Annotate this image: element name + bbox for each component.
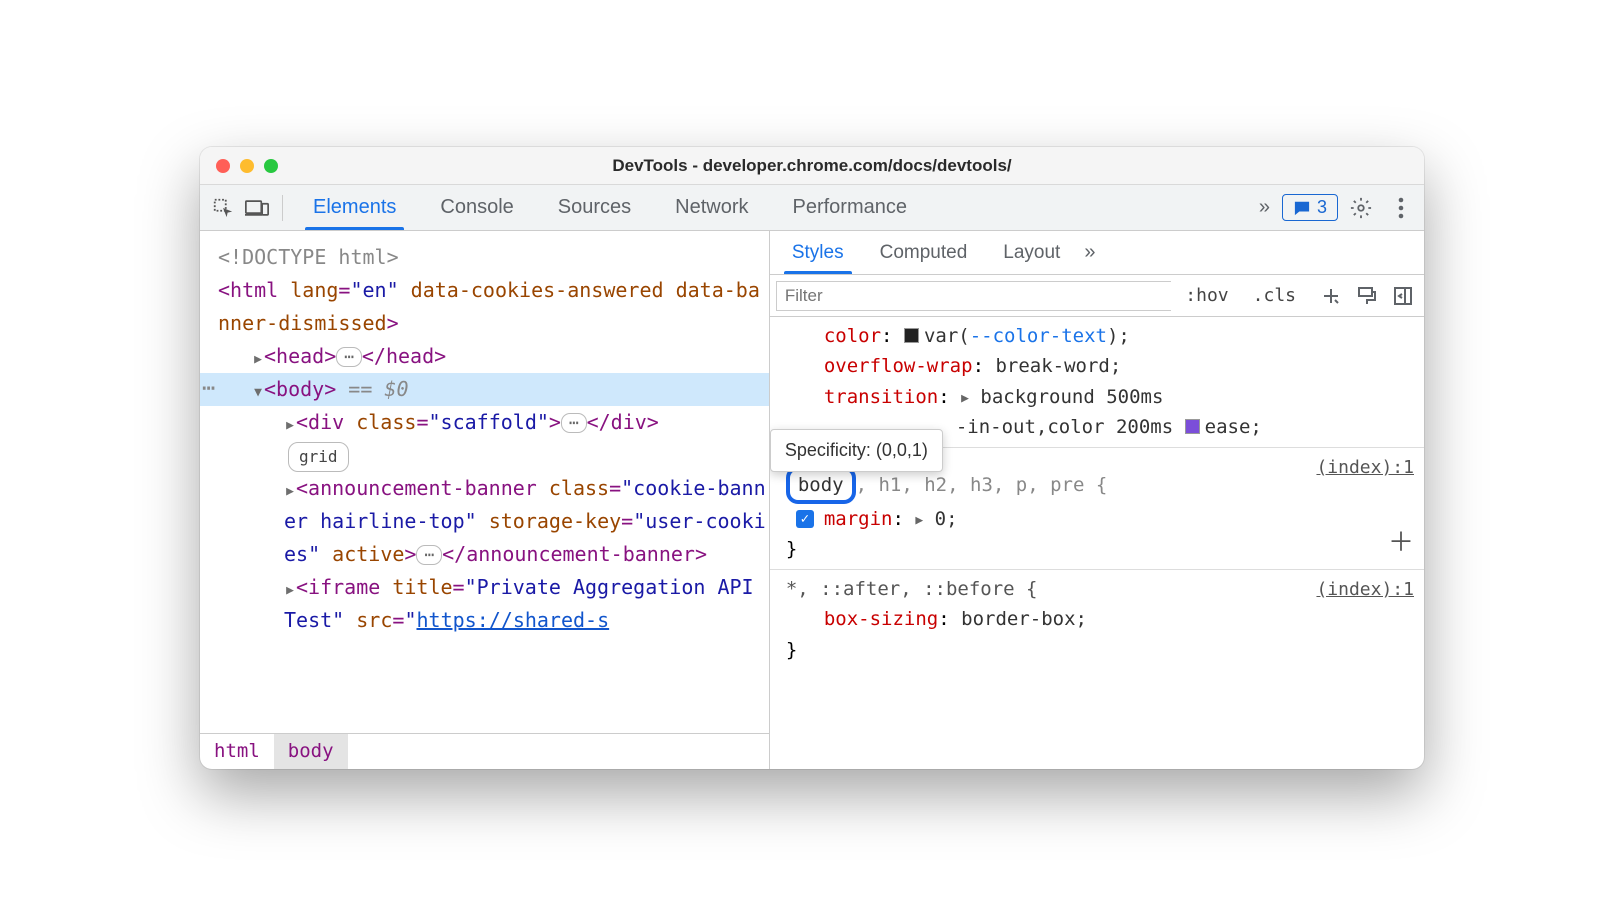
prop-enabled-checkbox[interactable]: ✓	[796, 510, 814, 528]
gear-icon[interactable]	[1344, 191, 1378, 225]
filter-input[interactable]	[776, 281, 1171, 311]
dom-head[interactable]: <head>⋯</head>	[218, 340, 769, 373]
tab-elements[interactable]: Elements	[291, 185, 418, 230]
dollar-zero-marker: == $0	[336, 377, 408, 401]
tab-performance[interactable]: Performance	[771, 185, 930, 230]
more-tabs-chevron-icon[interactable]: »	[1253, 196, 1276, 219]
toolbar-separator	[282, 195, 283, 221]
window-title: DevTools - developer.chrome.com/docs/dev…	[200, 156, 1424, 176]
issues-count: 3	[1317, 197, 1327, 218]
bezier-swatch-icon[interactable]	[1185, 419, 1200, 434]
ellipsis-badge[interactable]: ⋯	[561, 413, 587, 433]
css-prop-margin[interactable]: ✓ margin: ▶ 0;	[786, 504, 1414, 534]
rule-close-brace: }	[786, 534, 1414, 564]
tab-sources[interactable]: Sources	[536, 185, 653, 230]
subtab-computed[interactable]: Computed	[862, 231, 986, 274]
expand-icon[interactable]	[252, 340, 264, 373]
maximize-window-button[interactable]	[264, 159, 278, 173]
kebab-icon[interactable]	[1384, 191, 1418, 225]
ellipsis-badge[interactable]: ⋯	[416, 545, 442, 565]
dom-announcement-banner[interactable]: <announcement-banner class="cookie-banne…	[218, 472, 769, 571]
dom-iframe[interactable]: <iframe title="Private Aggregation API T…	[218, 571, 769, 637]
crumb-html[interactable]: html	[200, 734, 274, 769]
titlebar: DevTools - developer.chrome.com/docs/dev…	[200, 147, 1424, 185]
iframe-src-link[interactable]: https://shared-s	[416, 608, 609, 632]
expand-icon[interactable]	[284, 472, 296, 505]
crumb-body[interactable]: body	[274, 734, 348, 769]
window-controls	[200, 159, 278, 173]
styles-rules-list: color: var(--color-text); overflow-wrap:…	[770, 317, 1424, 769]
collapse-icon[interactable]	[252, 373, 264, 406]
expand-shorthand-icon[interactable]: ▶	[961, 391, 969, 406]
expand-shorthand-icon[interactable]: ▶	[915, 513, 923, 528]
inspect-icon[interactable]	[206, 191, 240, 225]
color-swatch-icon[interactable]	[904, 328, 919, 343]
style-rule-universal[interactable]: (index):1 *, ::after, ::before { box-siz…	[770, 570, 1424, 669]
device-toolbar-icon[interactable]	[240, 191, 274, 225]
dom-tree[interactable]: <!DOCTYPE html> <html lang="en" data-coo…	[200, 231, 769, 733]
ellipsis-badge[interactable]: ⋯	[336, 347, 362, 367]
rule-close-brace: }	[786, 635, 1414, 665]
expand-icon[interactable]	[284, 406, 296, 439]
dom-grid-badge-row: grid	[218, 439, 769, 472]
devtools-window: DevTools - developer.chrome.com/docs/dev…	[200, 147, 1424, 769]
close-window-button[interactable]	[216, 159, 230, 173]
expand-icon[interactable]	[284, 571, 296, 604]
tab-console[interactable]: Console	[418, 185, 535, 230]
css-prop-box-sizing[interactable]: box-sizing: border-box;	[786, 604, 1414, 634]
source-link[interactable]: (index):1	[1316, 454, 1414, 483]
grid-badge[interactable]: grid	[288, 442, 349, 472]
style-rule-top[interactable]: color: var(--color-text); overflow-wrap:…	[770, 317, 1424, 448]
main-tab-strip: Elements Console Sources Network Perform…	[291, 185, 929, 230]
computed-toggle-icon[interactable]	[1388, 281, 1418, 311]
css-prop-color[interactable]: color: var(--color-text);	[786, 321, 1414, 351]
sidebar-tab-strip: Styles Computed Layout »	[770, 231, 1424, 275]
css-prop-overflow-wrap[interactable]: overflow-wrap: break-word;	[786, 351, 1414, 381]
tab-network[interactable]: Network	[653, 185, 770, 230]
more-subtabs-chevron-icon[interactable]: »	[1078, 241, 1101, 264]
styles-panel: Styles Computed Layout » :hov .cls color…	[770, 231, 1424, 769]
dom-html-open[interactable]: <html lang="en" data-cookies-answered da…	[218, 274, 769, 340]
minimize-window-button[interactable]	[240, 159, 254, 173]
dom-doctype[interactable]: <!DOCTYPE html>	[218, 241, 769, 274]
selection-dots-icon: ⋯	[202, 371, 213, 407]
dom-body-selected[interactable]: ⋯ <body> == $0	[200, 373, 769, 406]
subtab-styles[interactable]: Styles	[774, 231, 862, 274]
source-link[interactable]: (index):1	[1316, 576, 1414, 605]
new-style-rule-icon[interactable]	[1316, 281, 1346, 311]
elements-panel: <!DOCTYPE html> <html lang="en" data-coo…	[200, 231, 770, 769]
issues-badge[interactable]: 3	[1282, 194, 1338, 221]
elements-breadcrumbs: html body	[200, 733, 769, 769]
dom-div-scaffold[interactable]: <div class="scaffold">⋯</div>	[218, 406, 769, 439]
toolbar-right: » 3	[1253, 191, 1418, 225]
content-split: <!DOCTYPE html> <html lang="en" data-coo…	[200, 231, 1424, 769]
add-property-icon[interactable]: ＋	[1388, 523, 1414, 565]
cls-toggle[interactable]: .cls	[1243, 285, 1306, 306]
paint-icon[interactable]	[1352, 281, 1382, 311]
css-prop-transition[interactable]: transition: ▶ background 500ms	[786, 382, 1414, 412]
hov-toggle[interactable]: :hov	[1175, 285, 1238, 306]
subtab-layout[interactable]: Layout	[985, 231, 1078, 274]
main-toolbar: Elements Console Sources Network Perform…	[200, 185, 1424, 231]
specificity-tooltip: Specificity: (0,0,1)	[770, 429, 943, 472]
styles-filter-row: :hov .cls	[770, 275, 1424, 317]
